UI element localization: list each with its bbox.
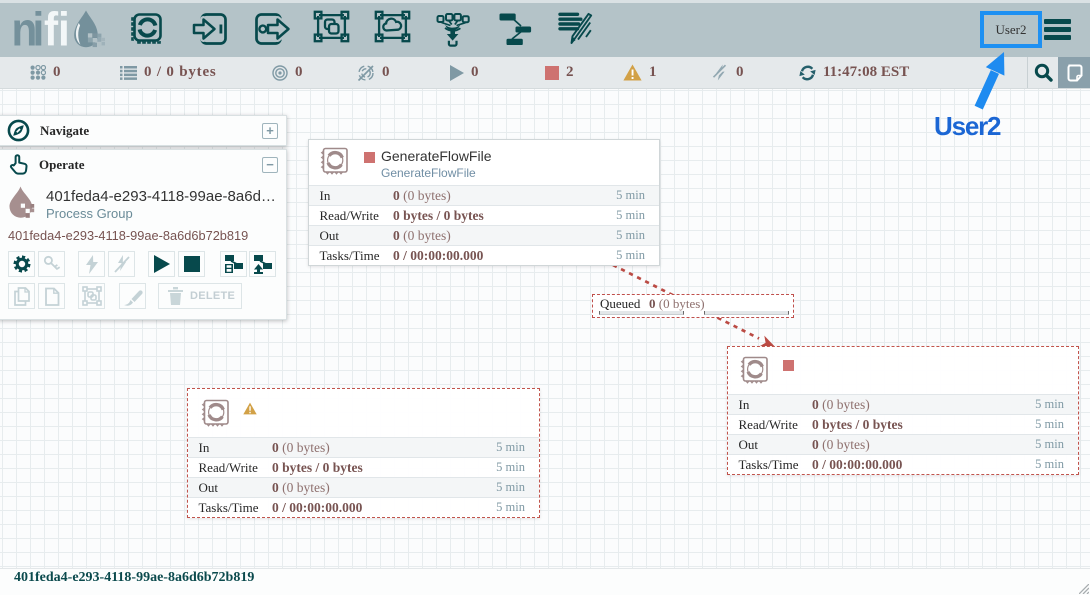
svg-text:i: i (58, 5, 70, 55)
svg-text:f: f (44, 5, 58, 55)
svg-text:i: i (32, 5, 44, 55)
